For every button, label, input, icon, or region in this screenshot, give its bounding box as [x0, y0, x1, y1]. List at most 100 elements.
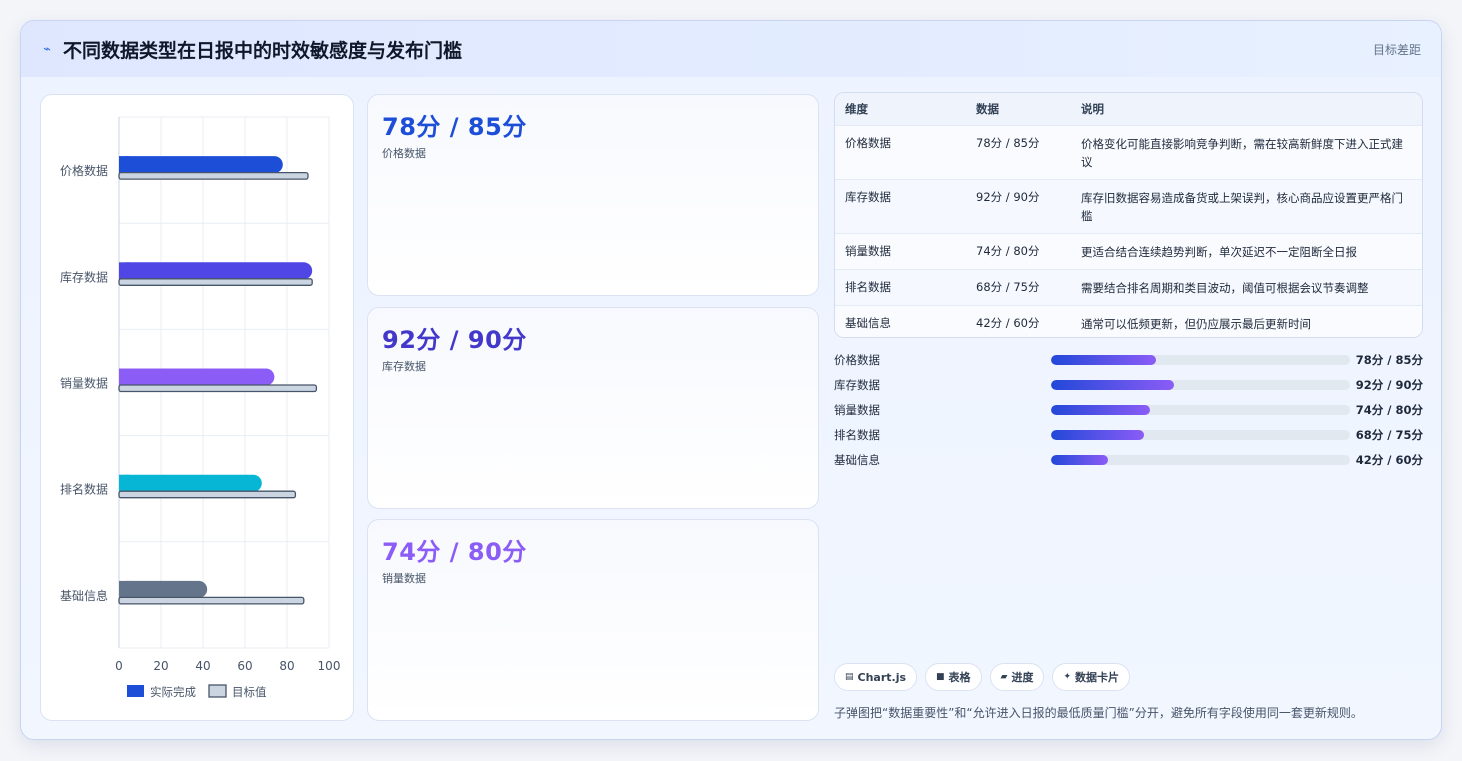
y-tick-label: 基础信息	[60, 588, 108, 603]
progress-label: 排名数据	[834, 427, 880, 442]
table-icon: ■	[936, 672, 945, 682]
view-chips: ▤ Chart.js ■ 表格 ▰ 进度 ✦ 数据卡片	[834, 663, 1131, 691]
progress-item: 价格数据 78分 / 85分	[834, 347, 1423, 372]
y-tick-label: 排名数据	[60, 482, 108, 497]
kpi-value: 78分 / 85分	[382, 113, 527, 141]
progress-item: 排名数据 68分 / 75分	[834, 422, 1423, 447]
bar-actual-base	[119, 474, 129, 492]
progress-track	[1051, 454, 1350, 465]
bar-target	[118, 596, 305, 605]
progress-fill	[1051, 429, 1144, 440]
legend-swatch-target	[208, 684, 227, 698]
y-tick-label: 销量数据	[60, 376, 108, 391]
x-tick-label: 0	[115, 659, 123, 673]
bar-actual-base	[119, 156, 129, 174]
chip-label: 表格	[948, 671, 971, 684]
panel-header: ⌁ 不同数据类型在日报中的时效敏感度与发布门槛 目标差距	[21, 21, 1441, 77]
table-cell: 销量数据	[845, 244, 891, 258]
x-tick-label: 80	[279, 659, 294, 673]
dashboard-panel: ⌁ 不同数据类型在日报中的时效敏感度与发布门槛 目标差距 价格数据 库存数据 销量数…	[20, 20, 1442, 740]
progress-item: 基础信息 42分 / 60分	[834, 447, 1423, 472]
kpi-label: 库存数据	[382, 360, 426, 373]
kpi-label: 价格数据	[382, 147, 426, 160]
page-title: 不同数据类型在日报中的时效敏感度与发布门槛	[63, 39, 463, 62]
table-cell: 78分 / 85分	[976, 136, 1040, 150]
bar-actual	[119, 156, 283, 174]
bar-actual	[119, 474, 262, 492]
kpi-value: 92分 / 90分	[382, 326, 527, 354]
progress-icon: ▰	[1000, 672, 1008, 682]
bar-actual-base	[119, 368, 129, 386]
progress-label: 基础信息	[834, 452, 880, 467]
table-cell: 更适合结合连续趋势判断，单次延迟不一定阻断全日报	[1081, 245, 1357, 259]
chip-label: 数据卡片	[1075, 671, 1120, 684]
table-cell: 排名数据	[845, 280, 891, 294]
table-cell: 库存旧数据容易造成备货或上架误判，核心商品应设置更严格门槛	[1081, 191, 1403, 223]
bullet-chart-card: 价格数据 库存数据 销量数据 排名数据 基础信息 0 20 40 60 80 100 实际完成 目标值	[40, 94, 354, 721]
bar-actual	[119, 580, 208, 598]
progress-label: 库存数据	[834, 377, 880, 392]
progress-fill	[1051, 454, 1108, 465]
chip-label: Chart.js	[857, 670, 907, 684]
bar-target	[118, 278, 313, 286]
table-header-row: 维度 数据 说明	[835, 93, 1422, 125]
x-tick-label: 20	[153, 659, 168, 673]
legend-label-actual: 实际完成	[150, 685, 196, 699]
table-cell: 42分 / 60分	[976, 316, 1040, 330]
table-row: 销量数据 74分 / 80分 更适合结合连续趋势判断，单次延迟不一定阻断全日报	[835, 233, 1422, 269]
table-row: 价格数据 78分 / 85分 价格变化可能直接影响竞争判断，需在较高新鲜度下进入…	[835, 125, 1422, 179]
legend-label-target: 目标值	[232, 685, 267, 699]
kpi-value: 74分 / 80分	[382, 538, 527, 566]
progress-label: 价格数据	[834, 352, 880, 367]
table-cell: 价格变化可能直接影响竞争判断，需在较高新鲜度下进入正式建议	[1081, 137, 1403, 169]
progress-item: 库存数据 92分 / 90分	[834, 372, 1423, 397]
table-row: 库存数据 92分 / 90分 库存旧数据容易造成备货或上架误判，核心商品应设置更…	[835, 179, 1422, 233]
progress-value: 68分 / 75分	[1355, 427, 1423, 442]
progress-list: 价格数据 78分 / 85分 库存数据 92分 / 90分 销量数据 74分 /…	[834, 347, 1423, 472]
kpi-card-inventory: 92分 / 90分 库存数据	[367, 307, 819, 509]
chip-table[interactable]: ■ 表格	[925, 663, 982, 691]
bar-target	[118, 384, 318, 393]
progress-value: 92分 / 90分	[1355, 377, 1423, 392]
progress-track	[1051, 429, 1350, 440]
kpi-card-price: 78分 / 85分 价格数据	[367, 94, 819, 296]
y-tick-label: 价格数据	[60, 163, 108, 178]
bar-target	[118, 171, 309, 180]
chip-chartjs[interactable]: ▤ Chart.js	[834, 663, 918, 691]
sparkle-icon: ✦	[1063, 672, 1072, 682]
chart-icon: ▤	[845, 672, 854, 682]
x-tick-label: 100	[318, 659, 341, 673]
table-cell: 92分 / 90分	[976, 190, 1040, 204]
progress-fill	[1051, 354, 1156, 365]
progress-fill	[1051, 404, 1150, 415]
data-table: 维度 数据 说明 价格数据 78分 / 85分 价格变化可能直接影响竞争判断，需…	[834, 92, 1423, 338]
header-tag: 目标差距	[1372, 42, 1421, 57]
progress-fill	[1051, 379, 1174, 390]
bar-actual	[119, 368, 275, 386]
chip-data-card[interactable]: ✦ 数据卡片	[1052, 663, 1131, 691]
chip-label: 进度	[1011, 671, 1034, 684]
table-row: 排名数据 68分 / 75分 需要结合排名周期和类目波动，阈值可根据会议节奏调整	[835, 269, 1422, 305]
table-cell: 68分 / 75分	[976, 280, 1040, 294]
kpi-label: 销量数据	[382, 572, 426, 585]
table-cell: 通常可以低频更新，但仍应展示最后更新时间	[1081, 317, 1311, 331]
y-tick-label: 库存数据	[60, 269, 108, 284]
x-tick-label: 40	[195, 659, 210, 673]
legend-swatch-actual	[127, 685, 144, 697]
progress-value: 42分 / 60分	[1355, 452, 1423, 467]
table-cell: 库存数据	[845, 190, 891, 204]
footnote: 子弹图把“数据重要性”和“允许进入日报的最低质量门槛”分开，避免所有字段使用同一…	[834, 706, 1363, 720]
chip-progress[interactable]: ▰ 进度	[989, 663, 1045, 691]
progress-value: 74分 / 80分	[1355, 402, 1423, 417]
progress-track	[1051, 354, 1350, 365]
bar-actual-base	[119, 580, 129, 598]
table-header-cell: 说明	[1081, 102, 1104, 116]
table-header-cell: 维度	[845, 102, 868, 116]
pulse-icon: ⌁	[43, 41, 51, 57]
bar-actual-base	[119, 262, 129, 280]
table-row: 基础信息 42分 / 60分 通常可以低频更新，但仍应展示最后更新时间	[835, 305, 1422, 337]
bar-target	[118, 490, 297, 499]
table-cell: 需要结合排名周期和类目波动，阈值可根据会议节奏调整	[1081, 281, 1369, 295]
progress-label: 销量数据	[834, 402, 880, 417]
table-cell: 74分 / 80分	[976, 244, 1040, 258]
